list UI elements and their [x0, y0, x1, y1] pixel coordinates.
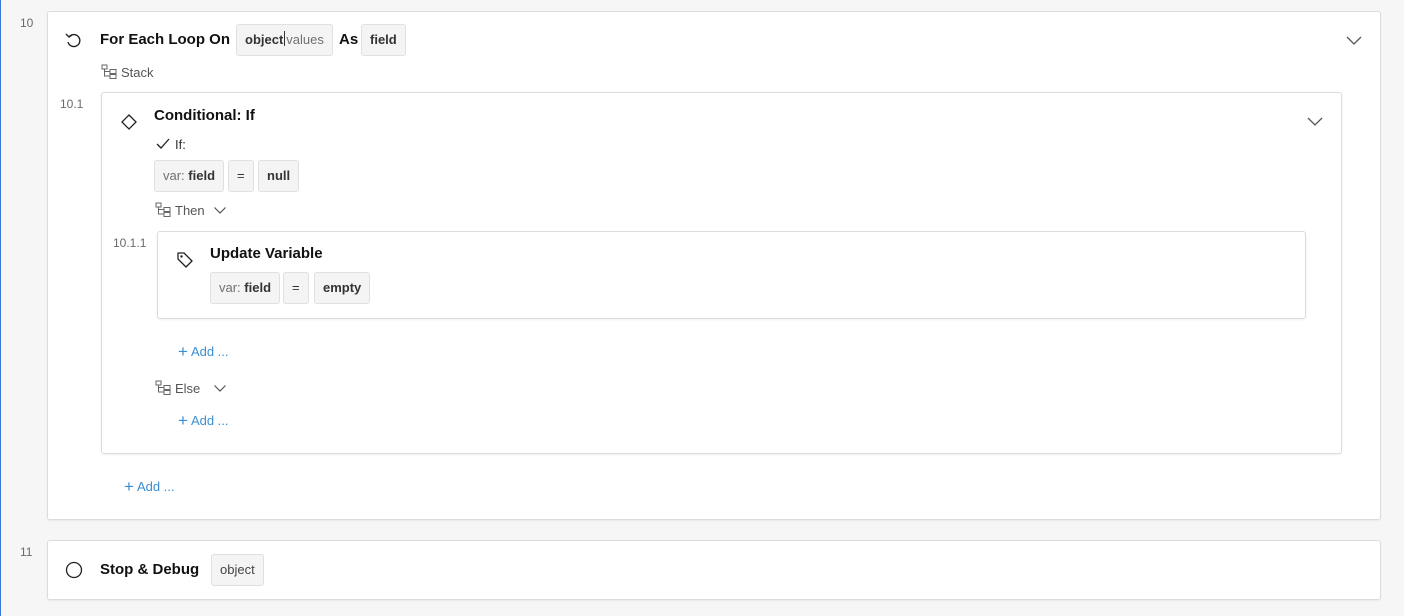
else-label: Else	[175, 381, 201, 396]
chevron-down-icon[interactable]	[1345, 34, 1363, 46]
condition-var-pill[interactable]: var: field	[154, 160, 225, 192]
condition-value-pill[interactable]: null	[258, 160, 300, 192]
left-guide-line	[0, 0, 1, 616]
loop-source-object: object	[245, 32, 284, 47]
then-add-button[interactable]: + Add ...	[178, 342, 229, 362]
condition-var-prefix: var:	[163, 168, 185, 183]
loop-add-button[interactable]: + Add ...	[124, 477, 175, 497]
condition-operator-pill[interactable]: =	[228, 160, 254, 192]
then-label: Then	[175, 203, 205, 218]
condition-operator: =	[237, 168, 245, 183]
loop-icon	[65, 33, 81, 48]
step-number: 10.1.1	[113, 236, 147, 250]
condition-var-name: field	[188, 168, 216, 183]
stop-debug-title: Stop & Debug	[100, 561, 200, 578]
diamond-icon	[121, 114, 137, 130]
loop-add-label: Add ...	[136, 479, 175, 494]
plus-icon: +	[178, 411, 188, 430]
step-number: 10.1	[60, 97, 84, 111]
if-label: If:	[175, 137, 186, 152]
update-variable-title: Update Variable	[210, 245, 323, 262]
update-var-prefix: var:	[219, 280, 241, 295]
else-add-button[interactable]: + Add ...	[178, 411, 229, 431]
check-icon	[156, 138, 170, 149]
chevron-down-icon[interactable]	[213, 383, 227, 393]
condition-value: null	[267, 168, 291, 183]
else-add-label: Add ...	[190, 413, 229, 428]
plus-icon: +	[124, 477, 134, 496]
update-value-pill[interactable]: empty	[314, 272, 371, 304]
loop-as-var: field	[370, 32, 397, 47]
loop-source-pill[interactable]: object values	[236, 24, 333, 56]
circle-icon	[65, 561, 83, 579]
loop-title: For Each Loop On	[100, 31, 230, 48]
tag-icon	[177, 252, 193, 268]
loop-source-field: values	[286, 32, 324, 47]
then-add-label: Add ...	[190, 344, 229, 359]
conditional-title: Conditional: If	[154, 107, 255, 124]
plus-icon: +	[178, 342, 188, 361]
step-number: 11	[20, 545, 33, 559]
stack-icon	[155, 380, 171, 395]
stack-icon	[101, 64, 117, 79]
chevron-down-icon[interactable]	[1306, 115, 1324, 127]
stop-arg-pill[interactable]: object	[211, 554, 264, 586]
step-number: 10	[20, 16, 34, 30]
loop-as-label: As	[339, 31, 359, 48]
update-operator-pill[interactable]: =	[283, 272, 309, 304]
update-var-pill[interactable]: var: field	[210, 272, 281, 304]
stack-icon	[155, 202, 171, 217]
loop-as-var-pill[interactable]: field	[361, 24, 406, 56]
update-var-name: field	[244, 280, 272, 295]
stack-label: Stack	[121, 65, 154, 80]
stop-arg: object	[220, 562, 255, 577]
update-operator: =	[292, 280, 300, 295]
update-value: empty	[323, 280, 362, 295]
chevron-down-icon[interactable]	[213, 205, 227, 215]
